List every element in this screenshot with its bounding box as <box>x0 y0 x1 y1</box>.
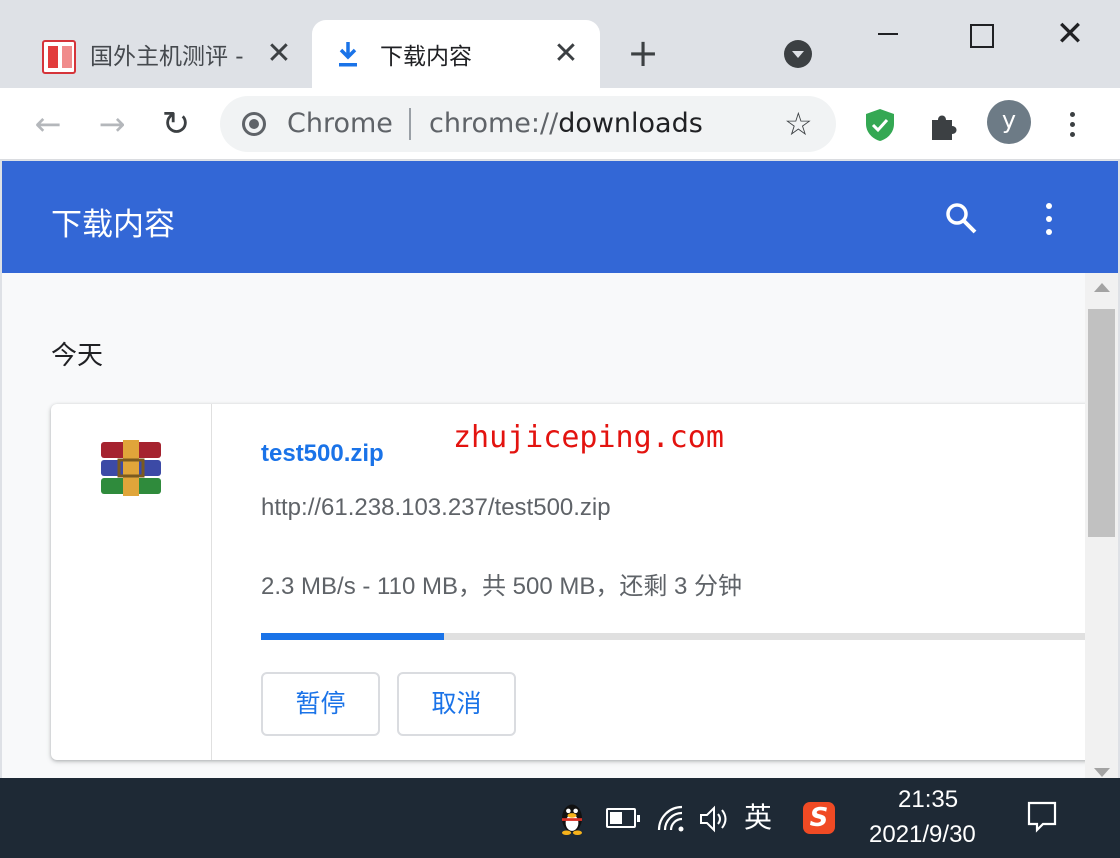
tab-site-title: 国外主机测评 - <box>90 44 244 70</box>
sogou-input-icon[interactable]: S <box>803 802 835 834</box>
search-icon[interactable] <box>944 201 978 235</box>
bookmark-star-icon[interactable]: ☆ <box>784 106 813 142</box>
download-file-name[interactable]: test500.zip <box>261 440 384 468</box>
extensions-puzzle-icon[interactable] <box>928 108 962 142</box>
omnibox-chip-label: Chrome <box>287 108 393 139</box>
page-title: 下载内容 <box>51 207 175 243</box>
tab-downloads-title: 下载内容 <box>380 44 472 70</box>
scroll-thumb[interactable] <box>1088 309 1115 537</box>
url-scheme: chrome:// <box>429 108 559 139</box>
chrome-window: 国外主机测评 - ✕ 下载内容 ✕ + ✕ ← → ↻ Chrome chrom… <box>0 0 1120 778</box>
download-progress-fill <box>261 633 444 640</box>
wifi-icon[interactable] <box>656 804 686 834</box>
qq-penguin-icon[interactable] <box>556 800 588 840</box>
download-progress-bar <box>261 633 1091 640</box>
back-button[interactable]: ← <box>26 102 70 146</box>
download-status: 2.3 MB/s - 110 MB，共 500 MB，还剩 3 分钟 <box>261 573 743 600</box>
tab-downloads[interactable]: 下载内容 ✕ <box>312 20 600 88</box>
downloads-header: 下载内容 <box>2 161 1118 273</box>
download-item-card: test500.zip zhujiceping.com http://61.23… <box>51 404 1091 760</box>
cancel-button[interactable]: 取消 <box>397 672 516 736</box>
downloads-page: 下载内容 今天 test500.zip zhujiceping.com http… <box>2 161 1118 778</box>
shield-extension-icon[interactable] <box>864 108 896 142</box>
card-divider <box>211 404 212 760</box>
omnibox-separator <box>409 108 411 140</box>
close-window-button[interactable]: ✕ <box>1050 14 1090 54</box>
date-section-heading: 今天 <box>51 341 104 371</box>
browser-menu-icon[interactable] <box>1056 104 1088 144</box>
winrar-archive-icon <box>101 440 161 496</box>
scroll-up-arrow-icon[interactable] <box>1094 283 1110 292</box>
minimize-button[interactable] <box>868 14 908 54</box>
page-scrollbar[interactable] <box>1085 273 1118 778</box>
forward-button[interactable]: → <box>90 102 134 146</box>
clock-time[interactable]: 21:35 <box>898 786 958 814</box>
chrome-icon <box>242 112 266 136</box>
site-favicon-icon <box>42 40 76 74</box>
pause-button[interactable]: 暂停 <box>261 672 380 736</box>
browser-toolbar: ← → ↻ Chrome chrome://downloads ☆ y <box>0 88 1120 160</box>
profile-avatar[interactable]: y <box>987 100 1031 144</box>
volume-icon[interactable] <box>698 804 730 834</box>
watermark-text: zhujiceping.com <box>453 420 724 455</box>
clock-date[interactable]: 2021/9/30 <box>869 821 976 849</box>
notification-center-icon[interactable] <box>1026 800 1058 834</box>
tab-downloads-close-icon[interactable]: ✕ <box>552 39 580 69</box>
scroll-down-arrow-icon[interactable] <box>1094 768 1110 777</box>
new-tab-button[interactable]: + <box>626 34 660 74</box>
maximize-button[interactable] <box>960 14 1000 54</box>
url-path: downloads <box>558 108 703 139</box>
tab-site[interactable]: 国外主机测评 - ✕ <box>30 20 312 88</box>
tab-search-icon[interactable] <box>784 40 812 68</box>
battery-icon[interactable] <box>606 808 640 828</box>
address-bar[interactable]: Chrome chrome://downloads ☆ <box>220 96 836 152</box>
download-favicon-icon <box>339 42 357 67</box>
windows-taskbar: 英 S 21:35 2021/9/30 <box>0 778 1120 858</box>
tab-strip: 国外主机测评 - ✕ 下载内容 ✕ + ✕ <box>0 0 1120 88</box>
ime-language-indicator[interactable]: 英 <box>744 796 772 840</box>
download-source-url[interactable]: http://61.238.103.237/test500.zip <box>261 494 611 522</box>
url-text[interactable]: chrome://downloads <box>429 108 703 139</box>
reload-button[interactable]: ↻ <box>154 102 198 146</box>
tab-site-close-icon[interactable]: ✕ <box>265 39 293 69</box>
downloads-menu-icon[interactable] <box>1034 199 1064 239</box>
